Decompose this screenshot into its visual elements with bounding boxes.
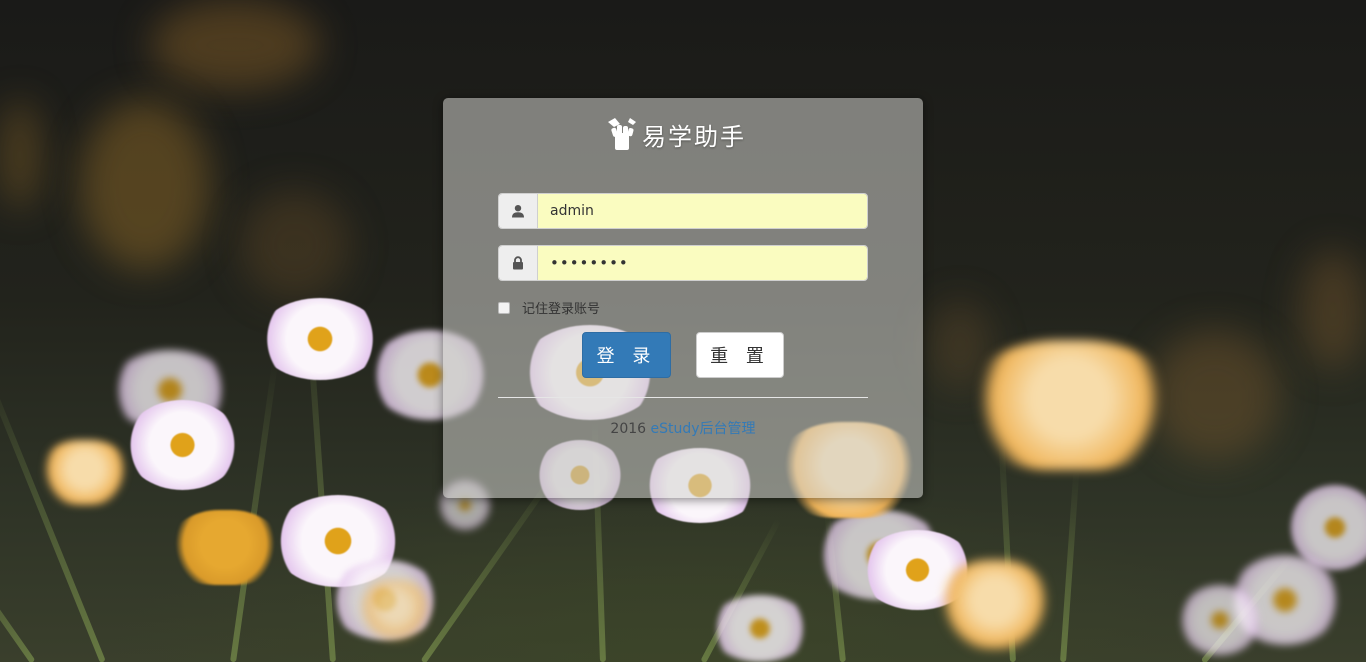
daisy-flower — [258, 298, 382, 380]
username-input[interactable] — [538, 194, 867, 228]
remember-checkbox[interactable] — [498, 301, 510, 314]
password-group — [498, 245, 868, 281]
yellow-flower — [965, 340, 1175, 470]
yellow-flower — [170, 510, 280, 585]
password-addon — [499, 246, 538, 280]
grass-blade — [0, 362, 106, 662]
grass-blade — [1060, 470, 1080, 662]
fist-icon — [608, 118, 636, 150]
remember-label: 记住登录账号 — [522, 302, 601, 317]
reset-button[interactable]: 重 置 — [696, 332, 784, 378]
remember-account[interactable]: 记住登录账号 — [498, 298, 600, 317]
password-input[interactable] — [538, 246, 867, 280]
login-button[interactable]: 登 录 — [582, 332, 671, 378]
brand-logo: 易学助手 — [606, 114, 746, 154]
bokeh-light — [80, 100, 210, 270]
user-icon — [512, 205, 524, 218]
yellow-flower — [360, 580, 430, 640]
footer-year: 2016 — [610, 421, 647, 437]
username-group — [498, 193, 868, 229]
daisy-flower — [1180, 585, 1260, 655]
bokeh-light — [0, 100, 40, 210]
login-panel: 易学助手 记住登录账号 登 录 重 置 2016 eStudy后台管理 — [443, 98, 923, 498]
yellow-flower — [940, 560, 1050, 650]
lock-icon — [513, 256, 523, 270]
grass-blade — [0, 527, 36, 662]
footer-link[interactable]: eStudy后台管理 — [651, 421, 756, 437]
divider — [498, 397, 868, 398]
daisy-flower — [710, 595, 810, 662]
bokeh-light — [240, 190, 350, 300]
yellow-flower — [40, 440, 130, 505]
bokeh-light — [150, 0, 320, 90]
username-addon — [499, 194, 538, 228]
footer: 2016 eStudy后台管理 — [443, 418, 923, 438]
bokeh-light — [1300, 250, 1366, 370]
daisy-flower — [125, 400, 240, 490]
brand-title: 易学助手 — [642, 122, 746, 151]
